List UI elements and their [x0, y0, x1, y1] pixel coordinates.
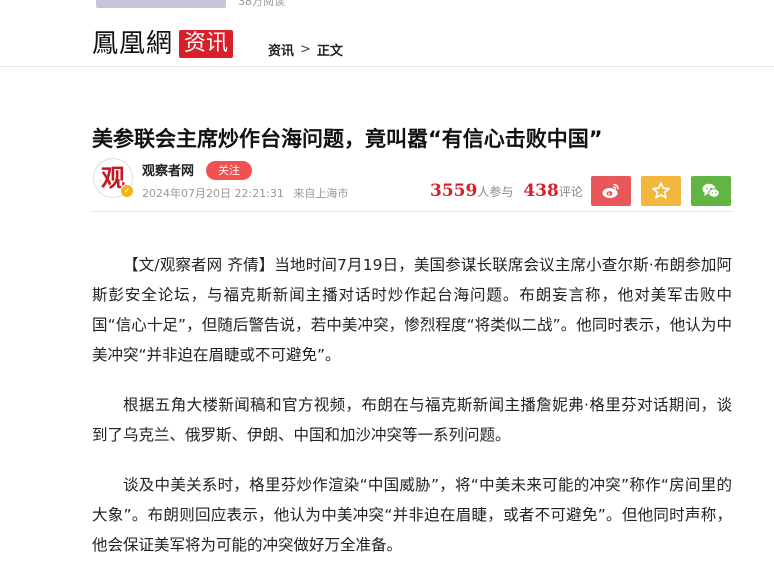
breadcrumb-separator: > — [300, 42, 311, 57]
author-name[interactable]: 观察者网 — [142, 160, 194, 179]
article-title: 美参联会主席炒作台海问题，竟叫嚣“有信心击败中国” — [92, 127, 603, 152]
participants-label: 人参与 — [477, 185, 514, 199]
site-logo[interactable]: 鳳凰網 资讯 — [92, 28, 234, 60]
breadcrumb-current: 正文 — [316, 44, 343, 59]
article-stats: 3559 人参与 438 评论 — [430, 181, 593, 201]
star-icon — [652, 182, 670, 199]
meta-divider — [92, 211, 732, 212]
share-qzone-button[interactable] — [641, 176, 681, 206]
breadcrumb-section-link[interactable]: 资讯 — [268, 40, 294, 59]
article-paragraph: 谈及中美关系时，格里芬炒作渲染“中国威胁”，将“中美未来可能的冲突”称作“房间里… — [92, 476, 732, 554]
previous-item-strip: 38万阅读 — [0, 0, 774, 10]
publish-meta: 2024年07月20日 22:21:31 来自上海市 — [142, 185, 348, 201]
participants-count[interactable]: 3559 — [430, 181, 477, 201]
view-count: 38万阅读 — [238, 0, 285, 8]
article-body: 【文/观察者网 齐倩】当地时间7月19日，美国参谋长联席会议主席小查尔斯·布朗参… — [92, 250, 732, 580]
publish-location: 来自上海市 — [293, 187, 349, 200]
comments-count[interactable]: 438 — [523, 181, 559, 201]
article-paragraph: 【文/观察者网 齐倩】当地时间7月19日，美国参谋长联席会议主席小查尔斯·布朗参… — [92, 256, 732, 364]
wechat-icon — [702, 183, 720, 198]
share-weibo-button[interactable] — [591, 176, 631, 206]
follow-button[interactable]: 关注 — [206, 161, 252, 180]
weibo-icon — [602, 183, 619, 198]
publish-datetime: 2024年07月20日 22:21:31 — [142, 187, 284, 200]
logo-badge: 资讯 — [179, 30, 234, 58]
verified-icon: ✓ — [120, 184, 134, 198]
article-paragraph: 根据五角大楼新闻稿和官方视频，布朗在与福克斯新闻主播詹妮弗·格里芬对话期间，谈到… — [92, 396, 732, 444]
logo-text: 鳳凰網 — [92, 29, 174, 59]
site-header: 鳳凰網 资讯 资讯 > 正文 — [0, 10, 774, 67]
breadcrumb: 资讯 > 正文 — [268, 40, 343, 59]
share-wechat-button[interactable] — [691, 176, 731, 206]
comments-label: 评论 — [558, 185, 583, 199]
thumbnail — [96, 0, 226, 8]
